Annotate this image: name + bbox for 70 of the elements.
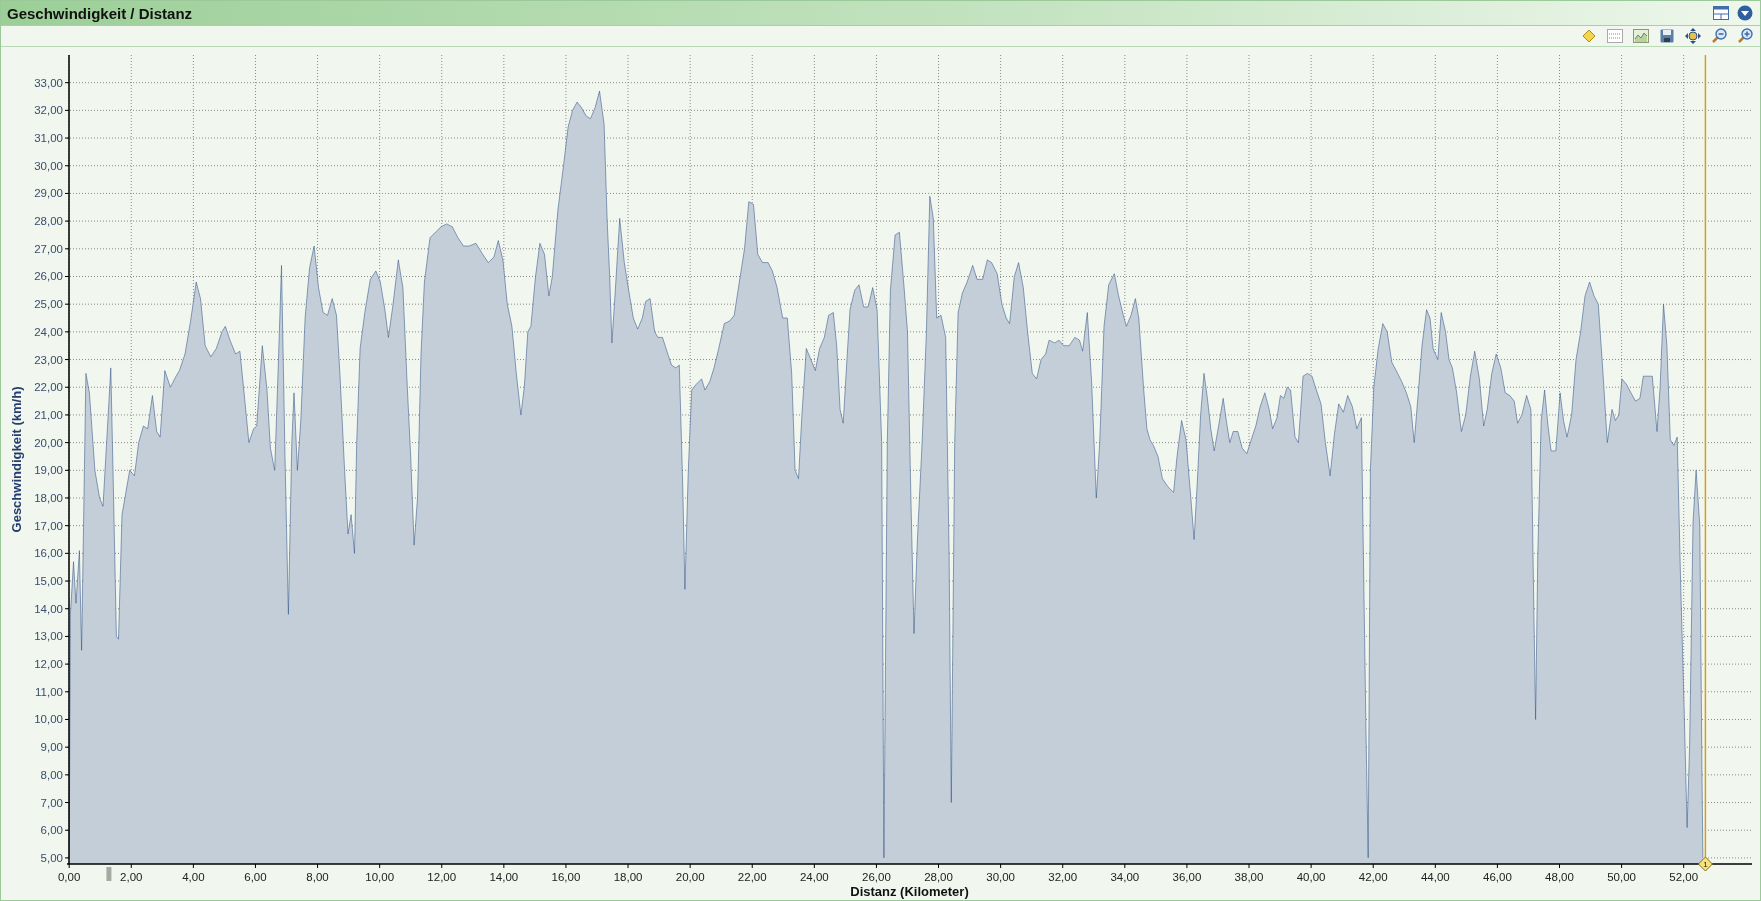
axis-tick-label: 48,00 bbox=[1545, 871, 1574, 883]
axis-tick-label: 8,00 bbox=[306, 871, 329, 883]
chart-icon[interactable] bbox=[1632, 27, 1650, 45]
axis-tick-label: 22,00 bbox=[34, 381, 63, 394]
axis-tick-label: 2,00 bbox=[120, 871, 143, 883]
axis-tick-label: 9,00 bbox=[40, 741, 63, 754]
axis-tick-label: 34,00 bbox=[1110, 871, 1140, 883]
axis-tick-label: 40,00 bbox=[1296, 871, 1326, 883]
axis-tick-label: 24,00 bbox=[34, 325, 63, 338]
axis-tick-label: 4,00 bbox=[182, 871, 205, 883]
panel-title: Geschwindigkeit / Distanz bbox=[7, 4, 193, 22]
annotation: 1 bbox=[1703, 860, 1709, 869]
axis-tick-label: 12,00 bbox=[34, 658, 63, 671]
diamond-icon[interactable] bbox=[1580, 27, 1598, 45]
axis-tick-label: 14,00 bbox=[489, 871, 519, 883]
axis-tick-label: 31,00 bbox=[34, 132, 63, 145]
axis-tick-label: 20,00 bbox=[34, 436, 63, 449]
axis-tick-label: 0,00 bbox=[58, 871, 81, 883]
position-marker[interactable]: 1 bbox=[1697, 856, 1713, 872]
axis-tick-label: 10,00 bbox=[365, 871, 395, 883]
axis-tick-label: 25,00 bbox=[34, 298, 63, 311]
axis-tick-label: 46,00 bbox=[1483, 871, 1512, 883]
zoom-in-icon[interactable] bbox=[1736, 27, 1754, 45]
dropdown-icon[interactable] bbox=[1736, 4, 1754, 22]
axis-tick-label: 26,00 bbox=[34, 270, 63, 283]
axis-tick-label: 15,00 bbox=[34, 575, 63, 588]
axis-tick-label: 44,00 bbox=[1420, 871, 1450, 883]
axis-tick-label: 50,00 bbox=[1607, 871, 1636, 883]
axis-tick-label: 29,00 bbox=[34, 187, 63, 200]
axis-tick-label: 22,00 bbox=[737, 871, 767, 883]
axis-tick-label: 18,00 bbox=[613, 871, 643, 883]
zoom-out-icon[interactable] bbox=[1710, 27, 1728, 45]
axis-tick-label: 32,00 bbox=[1048, 871, 1078, 883]
axis-tick-label: 24,00 bbox=[799, 871, 829, 883]
axis-tick-label: 30,00 bbox=[34, 159, 63, 172]
axis-tick-label: 18,00 bbox=[34, 492, 63, 504]
axis-tick-label: 13,00 bbox=[34, 630, 63, 643]
axis-tick-label: 30,00 bbox=[986, 871, 1015, 883]
save-icon[interactable] bbox=[1658, 27, 1676, 45]
x-axis-title: Distanz (Kilometer) bbox=[850, 884, 969, 899]
axis-tick-label: 23,00 bbox=[34, 353, 63, 366]
axis-tick-label: 36,00 bbox=[1172, 871, 1202, 883]
axis-tick-label: 8,00 bbox=[40, 768, 63, 781]
axis-tick-label: 14,00 bbox=[34, 602, 63, 615]
axis-tick-label: 52,00 bbox=[1669, 871, 1699, 883]
axis-tick-label: 42,00 bbox=[1358, 871, 1388, 883]
axis-tick-label: 32,00 bbox=[34, 104, 63, 117]
axis-tick-label: 6,00 bbox=[244, 871, 267, 883]
axis-tick-label: 38,00 bbox=[1234, 871, 1264, 883]
axis-handle[interactable] bbox=[106, 867, 112, 881]
axis-tick-label: 21,00 bbox=[34, 408, 63, 421]
move-arrows-icon[interactable] bbox=[1684, 27, 1702, 45]
axis-tick-label: 16,00 bbox=[551, 871, 581, 883]
axis-tick-label: 10,00 bbox=[34, 713, 63, 726]
axis-tick-label: 11,00 bbox=[35, 685, 63, 698]
y-axis-title: Geschwindigkeit (km/h) bbox=[9, 386, 24, 533]
axis-tick-label: 17,00 bbox=[34, 519, 63, 532]
axis-tick-label: 6,00 bbox=[40, 824, 63, 837]
axis-tick-label: 27,00 bbox=[34, 242, 63, 255]
axis-tick-label: 26,00 bbox=[862, 871, 891, 883]
axis-tick-label: 19,00 bbox=[34, 464, 63, 477]
axis-tick-label: 28,00 bbox=[34, 215, 63, 228]
axis-tick-label: 12,00 bbox=[427, 871, 457, 883]
axis-tick-label: 33,00 bbox=[34, 76, 63, 89]
axis-tick-label: 28,00 bbox=[924, 871, 953, 883]
axis-tick-label: 7,00 bbox=[40, 796, 63, 809]
axis-tick-label: 16,00 bbox=[34, 547, 63, 560]
layout-icon[interactable] bbox=[1712, 4, 1730, 22]
axis-tick-label: 20,00 bbox=[675, 871, 705, 883]
axis-tick-label: 5,00 bbox=[40, 851, 63, 864]
